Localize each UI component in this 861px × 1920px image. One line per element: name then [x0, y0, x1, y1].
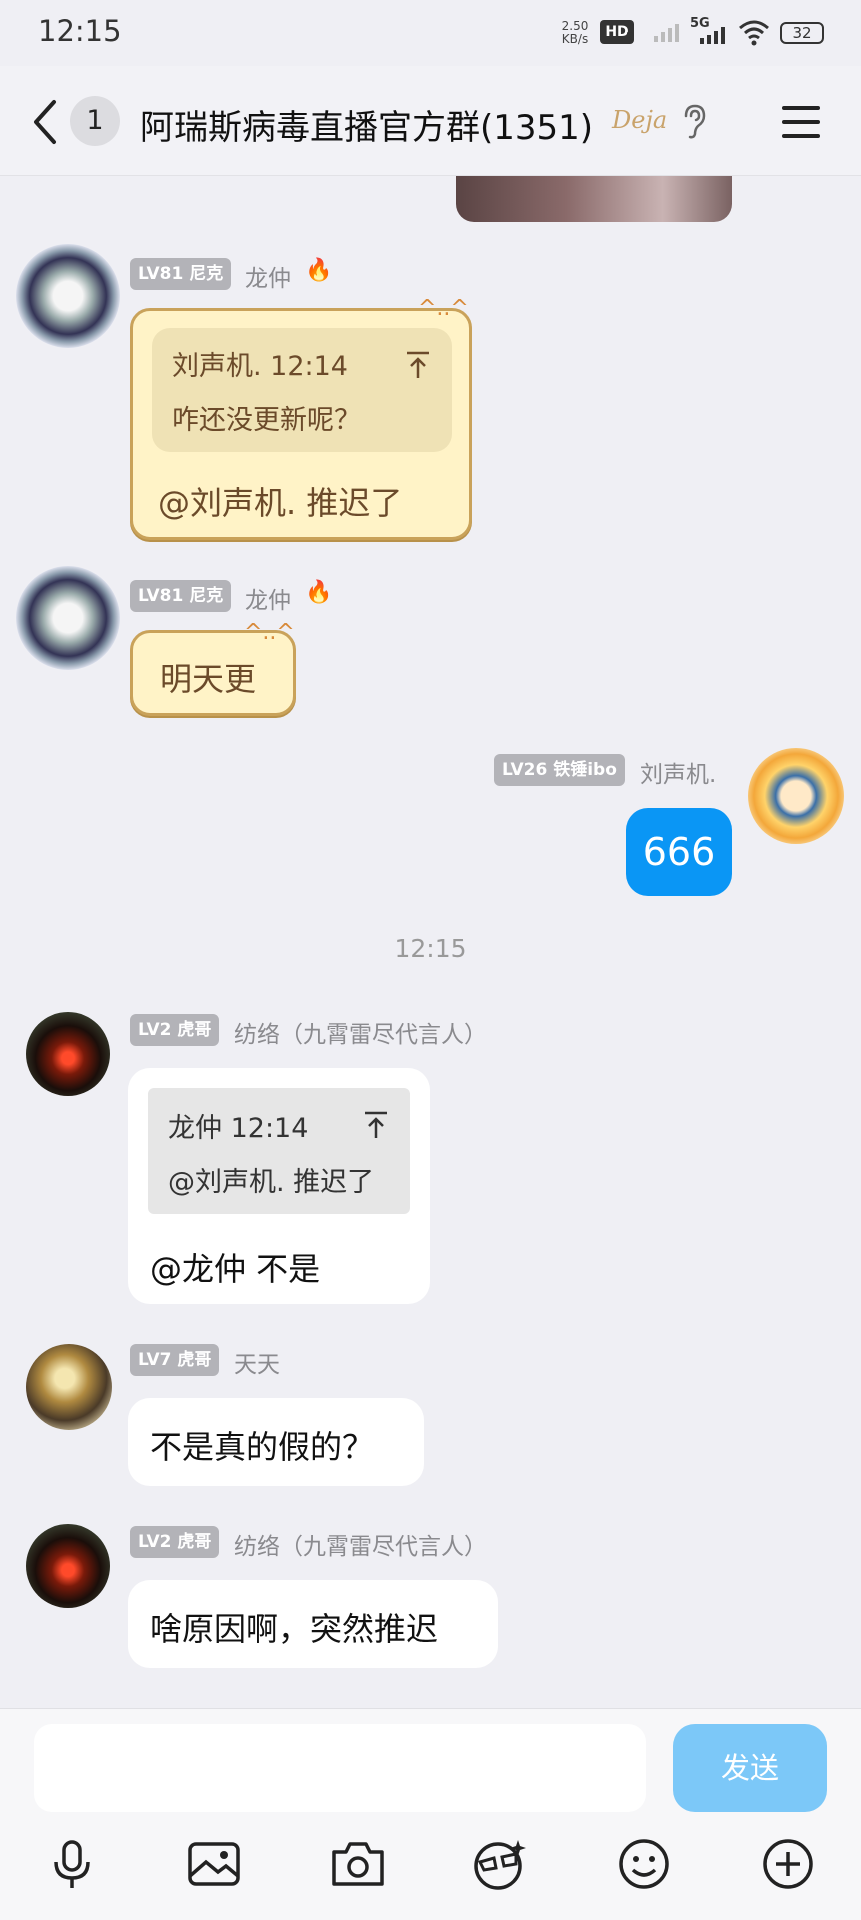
sender-name[interactable]: 天天 — [234, 1345, 280, 1379]
signal-5g-icon: 5G — [690, 16, 730, 44]
flame-icon: 🔥 — [305, 580, 333, 605]
message-text: 不是真的假的？ — [150, 1428, 375, 1466]
status-bar: 12:15 2.50 KB/s HD 2 5G 32 — [0, 0, 861, 66]
microphone-icon[interactable] — [44, 1836, 100, 1892]
message-text: 啥原因啊，突然推迟 — [150, 1610, 439, 1648]
avatar[interactable] — [26, 1524, 110, 1608]
net-speed-unit: KB/s — [561, 32, 589, 46]
message-text: @刘声机. 推迟了 — [158, 484, 403, 522]
group-title[interactable]: 阿瑞斯病毒直播官方群(1351) — [140, 100, 593, 149]
quote-header: 刘声机. 12:14 — [172, 351, 348, 382]
battery-icon: 32 — [780, 22, 824, 44]
quote-text: 咋还没更新呢？ — [172, 405, 361, 436]
emoji-icon[interactable] — [616, 1836, 672, 1892]
level-badge: LV2 虎哥 — [130, 1014, 220, 1046]
plus-icon[interactable] — [760, 1836, 816, 1892]
camera-icon[interactable] — [330, 1836, 386, 1892]
signal-icon — [654, 24, 679, 42]
message-text: 明天更 — [160, 660, 257, 698]
avatar[interactable] — [748, 748, 844, 844]
level-badge: LV81 尼克 — [130, 580, 232, 612]
avatar[interactable] — [16, 566, 120, 670]
ar-glasses-icon[interactable] — [472, 1836, 528, 1892]
level-badge: LV81 尼克 — [130, 258, 232, 290]
sender-name[interactable]: 龙仲 — [245, 581, 291, 615]
level-badge: LV2 虎哥 — [130, 1526, 220, 1558]
image-message[interactable] — [456, 176, 732, 222]
message-input[interactable] — [34, 1724, 646, 1812]
jump-to-quote-icon[interactable] — [404, 350, 432, 380]
status-time: 12:15 — [38, 14, 122, 48]
sender-name[interactable]: 刘声机. — [640, 755, 716, 789]
cat-ears-icon: ^..^ — [418, 296, 469, 321]
jump-to-quote-icon[interactable] — [362, 1110, 390, 1140]
send-button[interactable]: 发送 — [673, 1724, 827, 1812]
wifi-icon — [739, 20, 769, 46]
sender-name[interactable]: 纺络（九霄雷尽代言人） — [234, 1527, 487, 1561]
time-separator: 12:15 — [394, 934, 467, 963]
quote-header: 龙仲 12:14 — [168, 1113, 309, 1144]
group-badge: Deja — [612, 106, 668, 134]
avatar[interactable] — [16, 244, 120, 348]
net-speed: 2.50 KB/s — [558, 20, 592, 46]
image-icon[interactable] — [186, 1836, 242, 1892]
ear-icon[interactable] — [680, 104, 708, 140]
quote-text: @刘声机. 推迟了 — [168, 1167, 375, 1198]
message-text: @龙仲 不是 — [150, 1250, 321, 1288]
hd-sub: 2 — [626, 30, 635, 44]
avatar[interactable] — [26, 1012, 110, 1096]
message-bubble[interactable]: 666 — [626, 808, 732, 896]
unread-count-badge[interactable]: 1 — [70, 96, 120, 146]
avatar[interactable] — [26, 1344, 112, 1430]
sender-name[interactable]: 纺络（九霄雷尽代言人） — [234, 1015, 487, 1049]
cat-ears-icon: ^..^ — [244, 620, 295, 645]
flame-icon: 🔥 — [305, 258, 333, 283]
menu-icon[interactable] — [780, 104, 822, 140]
back-button[interactable] — [28, 96, 60, 148]
level-badge: LV7 虎哥 — [130, 1344, 220, 1376]
level-badge: LV26 铁锤ibo — [494, 754, 625, 786]
sender-name[interactable]: 龙仲 — [245, 259, 291, 293]
